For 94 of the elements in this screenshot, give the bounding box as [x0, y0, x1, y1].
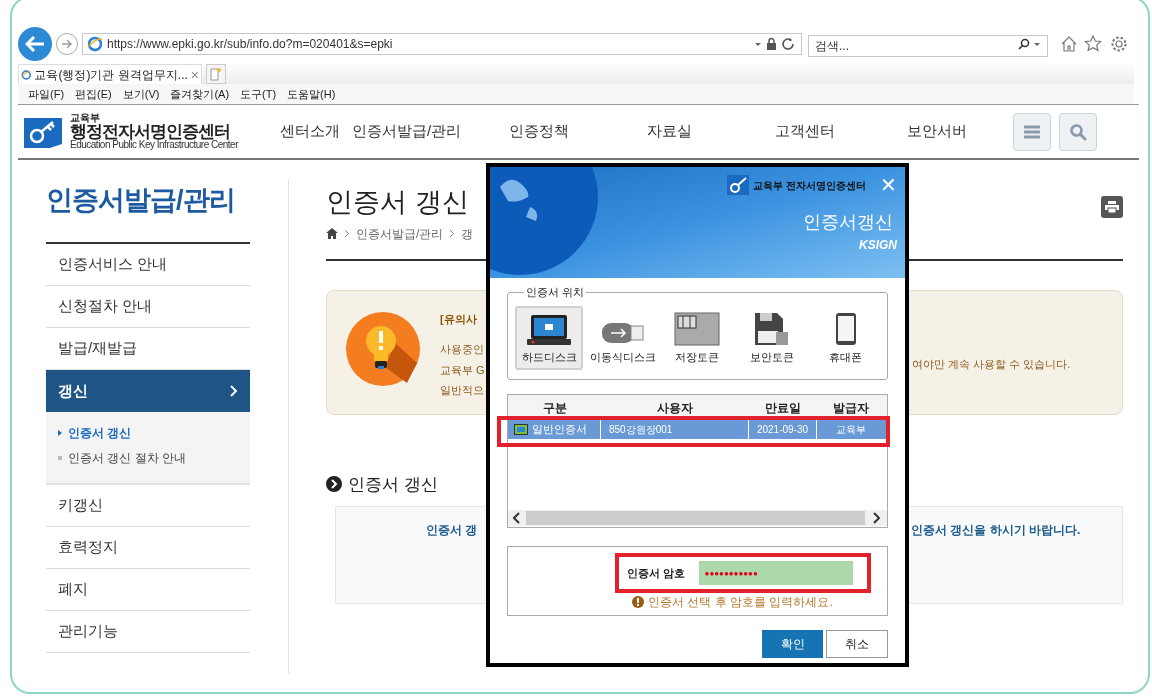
new-tab-icon — [210, 67, 222, 81]
dialog-brand: 교육부 전자서명인증센터 — [753, 178, 866, 193]
section-heading: 인증서 갱신 — [348, 473, 438, 496]
info-text: 인증서 갱신을 하시기 바랍니다. — [911, 522, 1081, 539]
search-icon[interactable] — [1018, 38, 1042, 50]
url-text: https://www.epki.go.kr/sub/info.do?m=020401&s=epki — [107, 36, 394, 53]
chevron-right-icon — [230, 385, 238, 397]
column-header: 구분 — [541, 400, 568, 417]
warning-icon — [632, 596, 645, 608]
media-option[interactable]: 이동식디스크 — [589, 306, 658, 370]
media-option[interactable]: 저장토큰 — [663, 306, 732, 370]
nav-link[interactable]: 보안서버 — [907, 120, 1007, 143]
address-tools-icon[interactable] — [753, 37, 797, 51]
home-icon[interactable] — [326, 228, 338, 239]
password-label: 인증서 암호 — [626, 565, 685, 581]
menu-icon — [1024, 124, 1040, 139]
sidebar-item[interactable]: 갱신 — [46, 370, 250, 412]
nav-link[interactable]: 인증서발급/관리 — [352, 120, 509, 143]
scrollbar-thumb[interactable] — [526, 511, 865, 525]
address-bar[interactable]: https://www.epki.go.kr/sub/info.do?m=020401&s=epki — [82, 33, 802, 55]
column-header: 발급자 — [832, 400, 870, 417]
forward-arrow-icon — [61, 39, 73, 49]
laptop-icon — [526, 313, 573, 346]
search-button[interactable] — [1059, 112, 1097, 151]
notice-heading: [유의사 — [440, 311, 478, 327]
logo-title: 행정전자서명인증센터 — [70, 123, 230, 140]
menu-item[interactable]: 파일(F) — [28, 85, 65, 103]
table-cell-text: 2021-09-30 — [756, 422, 809, 437]
phone-icon — [834, 311, 857, 346]
notice-text: 여야만 계속 사용할 수 있습니다. — [912, 356, 1071, 372]
hint-text: 인증서 선택 후 암호를 입력하세요. — [648, 594, 833, 611]
logo-subtitle: Education Public Key Infrastructure Center — [70, 140, 238, 150]
menu-button[interactable] — [1013, 112, 1051, 151]
tab-close-button[interactable]: × — [190, 67, 199, 82]
menu-item[interactable]: 편집(E) — [75, 85, 112, 103]
lightbulb-icon — [345, 310, 421, 387]
chevron-right-icon — [449, 229, 456, 238]
floppy-disk-icon — [753, 311, 790, 346]
browser-logo-icon — [87, 36, 103, 52]
media-option[interactable]: 보안토큰 — [737, 306, 806, 370]
key-logo-icon — [24, 115, 62, 148]
menu-item[interactable]: 즐겨찾기(A) — [170, 85, 230, 103]
print-button[interactable] — [1101, 196, 1123, 218]
cancel-button[interactable]: 취소 — [826, 630, 888, 658]
certificate-icon — [514, 423, 528, 435]
nav-link[interactable]: 자료실 — [647, 120, 775, 143]
table-cell-text: 850강원장001 — [609, 422, 673, 437]
menu-item[interactable]: 도움말(H) — [287, 85, 336, 103]
column-header: 사용자 — [656, 400, 694, 417]
chevron-circle-icon — [326, 476, 342, 493]
menu-item[interactable]: 도구(T) — [240, 85, 277, 103]
sidebar-item[interactable]: 관리기능 — [46, 611, 250, 653]
menu-item[interactable]: 보기(V) — [122, 85, 160, 103]
table-cell-text: 교육부 — [836, 422, 866, 437]
ksign-logo: KSIGN — [859, 237, 897, 254]
back-arrow-icon — [25, 36, 45, 52]
breadcrumb-link[interactable]: 갱 — [461, 224, 474, 243]
confirm-button[interactable]: 확인 — [762, 630, 823, 658]
tab-title: 교육(행정)기관 원격업무지... — [34, 66, 188, 84]
sidebar-item[interactable]: 인증서비스 안내 — [46, 244, 250, 286]
table-cell-text: 일반인증서 — [532, 421, 587, 437]
sidebar-item[interactable]: 신청절차 안내 — [46, 286, 250, 328]
page-title: 인증서 갱신 — [326, 186, 469, 219]
nav-link[interactable]: 인증정책 — [509, 120, 647, 143]
search-icon — [1069, 122, 1087, 141]
horizontal-scrollbar[interactable] — [508, 510, 887, 526]
submenu-item[interactable]: 인증서 갱신 절차 안내 — [68, 449, 186, 467]
breadcrumb-link[interactable]: 인증서발급/관리 — [356, 224, 444, 243]
sidebar-item-label: 갱신 — [58, 380, 88, 401]
sidebar-title: 인증서발급/관리 — [46, 184, 236, 217]
notice-text: 교육부 G — [440, 362, 486, 378]
media-option[interactable]: 하드디스크 — [515, 306, 584, 370]
chip-card-icon — [674, 311, 721, 346]
logo-small-text: 교육부 — [70, 113, 101, 123]
sidebar-item[interactable]: 폐지 — [46, 569, 250, 611]
chevron-right-icon — [344, 229, 350, 238]
group-legend: 인증서 위치 — [524, 284, 587, 301]
browser-tab[interactable]: 교육(행정)기관 원격업무지... × — [18, 64, 202, 84]
dialog-title: 인증서갱신 — [803, 211, 893, 234]
key-logo-icon — [727, 175, 750, 195]
back-button[interactable] — [18, 27, 52, 61]
sidebar-item[interactable]: 키갱신 — [46, 485, 250, 527]
submenu-item[interactable]: 인증서 갱신 — [68, 424, 132, 442]
nav-link[interactable]: 센터소개 — [280, 120, 352, 143]
printer-icon — [1105, 201, 1119, 213]
info-text: 인증서 갱 — [426, 522, 479, 539]
sidebar-item[interactable]: 효력정지 — [46, 527, 250, 569]
notice-text: 일반적으 — [440, 383, 485, 398]
column-header: 만료일 — [764, 400, 802, 417]
nav-link[interactable]: 고객센터 — [775, 120, 907, 143]
media-option[interactable]: 휴대폰 — [811, 306, 880, 370]
search-field[interactable]: 검색... — [808, 35, 1048, 57]
bullet-triangle-icon — [58, 430, 62, 436]
notice-text: 사용중인 — [440, 342, 485, 357]
